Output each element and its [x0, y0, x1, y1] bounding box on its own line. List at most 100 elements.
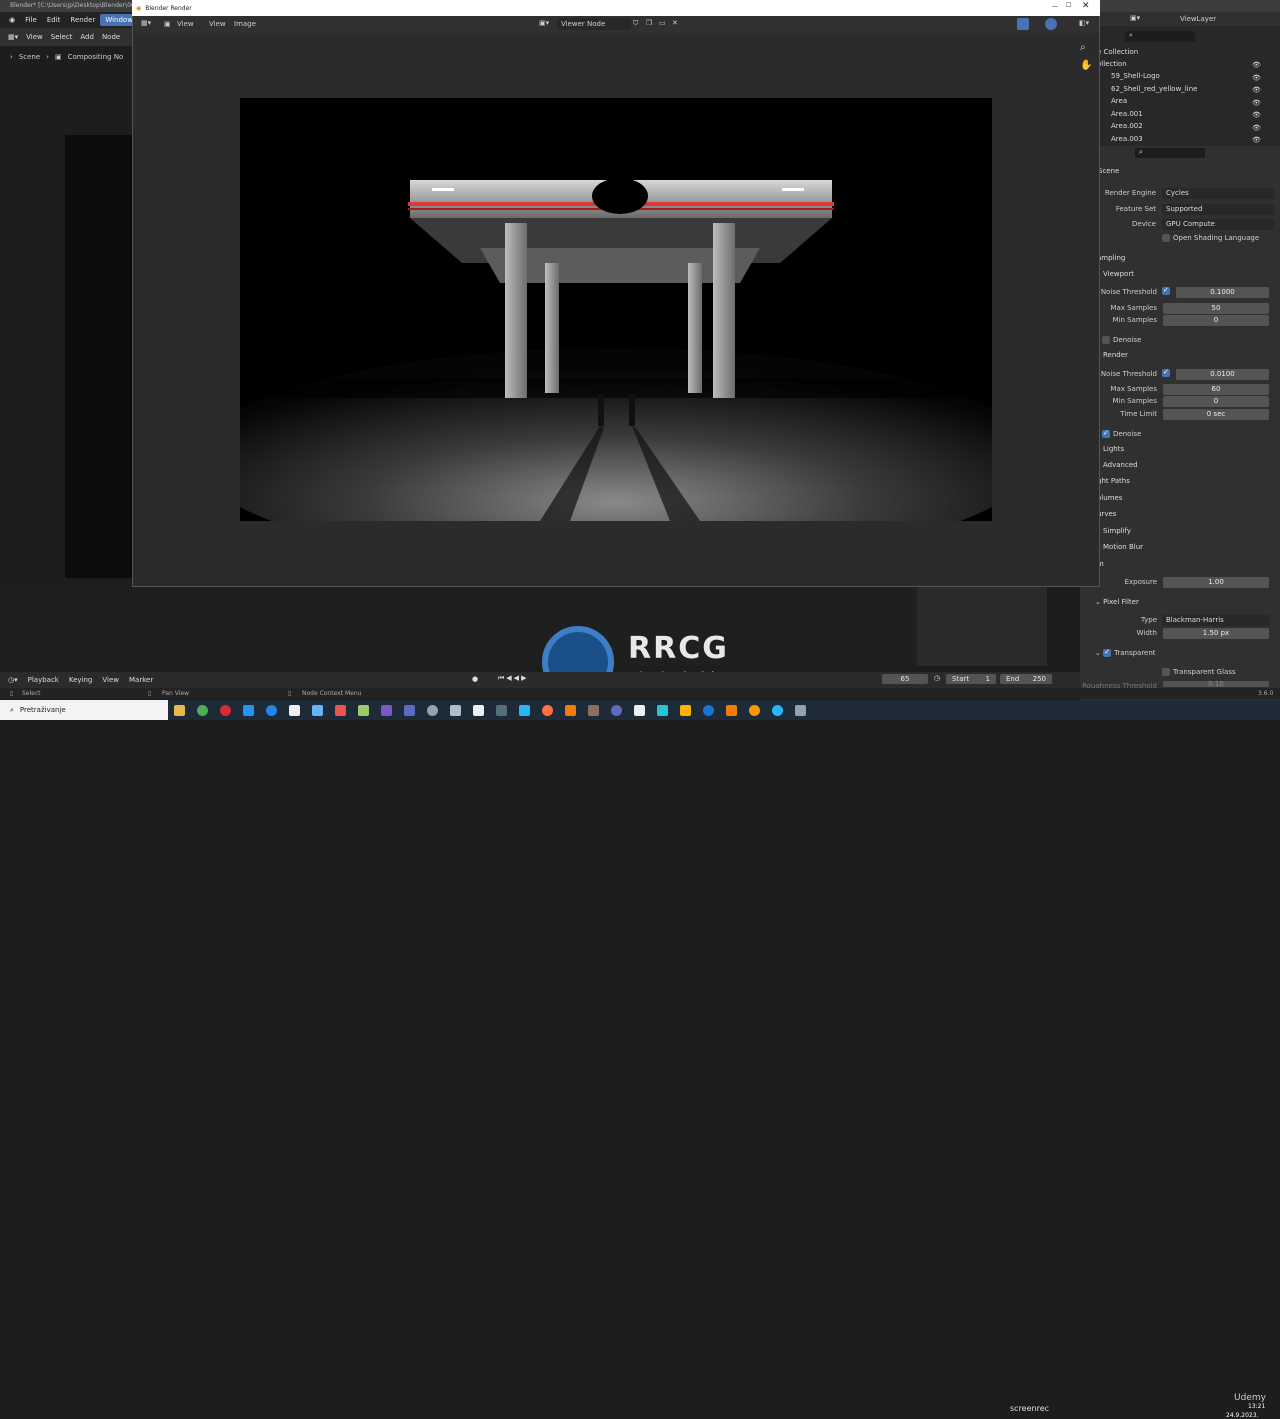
skype-icon[interactable] [266, 704, 277, 716]
properties-search-input[interactable]: ⌕ [1135, 148, 1205, 158]
time-limit-field[interactable]: 0 sec [1163, 409, 1269, 420]
viewport-max-field[interactable]: 50 [1163, 303, 1269, 314]
blender-logo-icon[interactable]: ◉ [4, 14, 20, 26]
app-icon[interactable] [657, 704, 668, 716]
overlay-icon[interactable] [1045, 18, 1057, 30]
menu-edit[interactable]: Edit [42, 14, 66, 26]
outliner-item[interactable]: 59_Shell-Logo [1111, 72, 1160, 80]
transparent-panel[interactable]: ⌄ Transparent [1095, 648, 1156, 657]
filezilla-icon[interactable] [335, 704, 346, 716]
gizmo-icon[interactable] [1017, 18, 1029, 30]
advanced-subpanel[interactable]: Advanced [1103, 461, 1138, 469]
zoom-icon[interactable]: ⌕ [1080, 42, 1086, 53]
clock-icon[interactable]: ◷ [934, 674, 940, 682]
app-icon[interactable] [450, 704, 461, 716]
app-icon[interactable] [542, 704, 553, 716]
filter-width-field[interactable]: 1.50 px [1163, 628, 1269, 639]
app-icon[interactable] [496, 704, 507, 716]
simplify-panel[interactable]: Simplify [1103, 527, 1131, 535]
editor-menu-select[interactable]: Select [51, 33, 73, 41]
outliner-item[interactable]: Area.003 [1111, 135, 1143, 143]
record-icon[interactable]: ● [472, 675, 478, 683]
current-frame-field[interactable]: 65 [882, 674, 928, 684]
noise-threshold-checkbox[interactable] [1162, 368, 1173, 377]
breadcrumb-tree[interactable]: Compositing No [68, 53, 124, 61]
editor-menu-view[interactable]: View [26, 33, 43, 41]
editor-type-icon[interactable]: ▦▾ [141, 19, 151, 27]
app-icon[interactable] [427, 704, 438, 716]
transparent-glass-checkbox[interactable]: Transparent Glass [1162, 668, 1236, 676]
app-icon[interactable] [634, 704, 645, 716]
image-menu-image[interactable]: Image [234, 20, 256, 28]
volumes-panel[interactable]: olumes [1097, 494, 1122, 502]
view-layer-name[interactable]: ViewLayer [1180, 15, 1216, 23]
pixel-filter-panel[interactable]: ⌄ Pixel Filter [1095, 598, 1139, 606]
taskbar-search[interactable]: ⌕ Pretraživanje [0, 700, 168, 720]
outliner-item[interactable]: Area [1111, 97, 1127, 105]
light-paths-panel[interactable]: ght Paths [1097, 477, 1130, 485]
start-frame-field[interactable]: Start 1 [946, 674, 996, 684]
outliner-item[interactable]: 62_Shell_red_yellow_line [1111, 85, 1197, 93]
image-browse-icon[interactable]: ▣▾ [539, 19, 549, 27]
app-icon[interactable] [519, 704, 530, 716]
editor-menu-add[interactable]: Add [80, 33, 94, 41]
store-icon[interactable] [289, 704, 300, 716]
exposure-field[interactable]: 1.00 [1163, 577, 1269, 588]
viewport-min-field[interactable]: 0 [1163, 315, 1269, 326]
editor-menu-node[interactable]: Node [102, 33, 120, 41]
display-channels-icon[interactable]: ◧▾ [1079, 19, 1089, 27]
render-min-field[interactable]: 0 [1163, 396, 1269, 407]
after-effects-icon[interactable] [404, 704, 415, 716]
unlink-icon[interactable]: ✕ [672, 19, 678, 27]
app-icon[interactable] [795, 704, 806, 716]
filter-type-select[interactable]: Blackman-Harris [1162, 615, 1270, 626]
render-engine-select[interactable]: Cycles [1162, 188, 1274, 199]
view-layer-icon[interactable]: ▣▾ [1130, 14, 1140, 22]
osl-checkbox[interactable]: Open Shading Language [1162, 234, 1259, 242]
blender-icon[interactable] [565, 704, 576, 716]
chrome-icon[interactable] [197, 704, 208, 716]
minimize-icon[interactable]: — [1052, 3, 1058, 10]
lights-subpanel[interactable]: Lights [1103, 445, 1124, 453]
premiere-icon[interactable] [381, 704, 392, 716]
visibility-eye-icon[interactable]: 👁 👁 👁 👁 👁 👁 👁 [1252, 59, 1261, 147]
timeline-menu-view[interactable]: View [102, 676, 119, 684]
duplicate-icon[interactable]: ❐ [646, 19, 652, 27]
shield-icon[interactable]: ⛉ [633, 19, 638, 28]
feature-set-select[interactable]: Supported [1162, 204, 1274, 215]
maximize-icon[interactable]: ☐ [1066, 2, 1071, 9]
image-slot-field[interactable]: Viewer Node [557, 18, 631, 30]
menu-render[interactable]: Render [65, 14, 100, 26]
roughness-threshold-field[interactable]: 0.10 [1163, 681, 1269, 687]
motion-blur-panel[interactable]: Motion Blur [1103, 543, 1143, 551]
blender-icon[interactable] [726, 704, 737, 716]
app-icon[interactable] [611, 704, 622, 716]
folder-icon[interactable]: ▭ [659, 19, 666, 27]
render-max-field[interactable]: 60 [1163, 384, 1269, 395]
photoshop-icon[interactable] [243, 704, 254, 716]
telegram-icon[interactable] [772, 704, 783, 716]
render-denoise-checkbox[interactable]: Denoise [1102, 429, 1141, 438]
viewport-noise-field[interactable]: 0.1000 [1176, 287, 1269, 298]
opera-icon[interactable] [220, 704, 231, 716]
image-menu-view2[interactable]: View [209, 20, 226, 28]
timeline-editor-icon[interactable]: ◷▾ [8, 676, 18, 684]
app-icon[interactable] [588, 704, 599, 716]
render-subpanel[interactable]: Render [1103, 351, 1128, 359]
timeline-menu-keying[interactable]: Keying [69, 676, 93, 684]
file-explorer-icon[interactable] [174, 704, 185, 716]
timeline-menu-marker[interactable]: Marker [129, 676, 153, 684]
viewport-subpanel[interactable]: Viewport [1103, 270, 1134, 278]
outliner-item[interactable]: Area.002 [1111, 122, 1143, 130]
menu-file[interactable]: File [20, 14, 42, 26]
ds-icon[interactable] [680, 704, 691, 716]
end-frame-field[interactable]: End 250 [1000, 674, 1052, 684]
collection[interactable]: ollection [1097, 60, 1127, 68]
notepad-icon[interactable] [358, 704, 369, 716]
outliner-search-input[interactable]: ⌕ [1125, 31, 1195, 42]
scene-collection[interactable]: e Collection [1097, 48, 1138, 56]
editor-type-icon[interactable]: ▦▾ [8, 33, 18, 41]
sampling-panel[interactable]: ampling [1097, 254, 1125, 262]
hand-pan-icon[interactable]: ✋ [1080, 60, 1092, 71]
timeline-menu-playback[interactable]: Playback [28, 676, 59, 684]
